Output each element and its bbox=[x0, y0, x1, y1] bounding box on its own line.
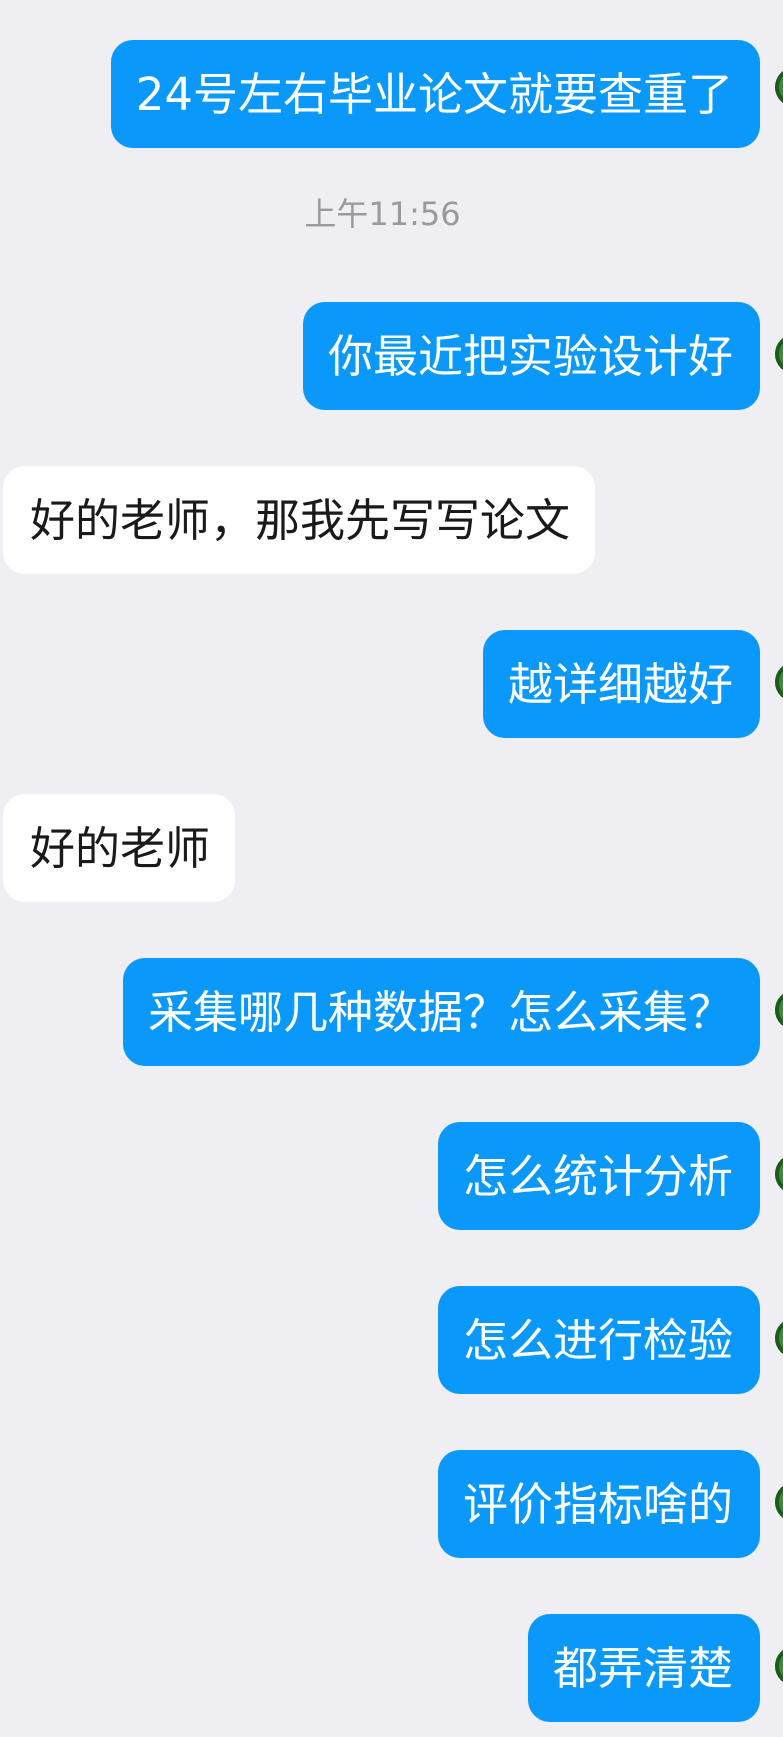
message-text: 好的老师 bbox=[30, 821, 211, 875]
chat-conversation: 24号左右毕业论文就要查重了 上午11:56 你最近把实验设计好 好的老师，那我… bbox=[0, 0, 783, 1737]
message-bubble-received[interactable]: 好的老师，那我先写写论文 bbox=[3, 466, 596, 574]
avatar[interactable] bbox=[775, 1482, 783, 1522]
avatar[interactable] bbox=[775, 67, 783, 107]
message-timestamp: 上午11:56 bbox=[304, 195, 461, 233]
message-bubble-sent[interactable]: 越详细越好 bbox=[482, 630, 760, 738]
message-bubble-received[interactable]: 好的老师 bbox=[3, 794, 236, 902]
message-text: 怎么进行检验 bbox=[462, 1313, 733, 1367]
avatar[interactable] bbox=[775, 1154, 783, 1194]
message-text: 都弄清楚 bbox=[552, 1641, 733, 1695]
avatar[interactable] bbox=[775, 662, 783, 702]
message-bubble-sent[interactable]: 都弄清楚 bbox=[527, 1614, 760, 1722]
message-bubble-sent[interactable]: 采集哪几种数据？怎么采集？ bbox=[122, 958, 760, 1066]
message-text: 24号左右毕业论文就要查重了 bbox=[135, 67, 733, 121]
avatar[interactable] bbox=[775, 334, 783, 374]
avatar[interactable] bbox=[775, 990, 783, 1030]
message-text: 越详细越好 bbox=[507, 657, 733, 711]
message-bubble-sent[interactable]: 怎么统计分析 bbox=[437, 1122, 760, 1230]
message-bubble-sent[interactable]: 评价指标啥的 bbox=[437, 1450, 760, 1558]
message-bubble-sent[interactable]: 24号左右毕业论文就要查重了 bbox=[110, 40, 760, 148]
message-bubble-sent[interactable]: 你最近把实验设计好 bbox=[302, 302, 760, 410]
message-text: 采集哪几种数据？怎么采集？ bbox=[147, 985, 733, 1039]
message-text: 你最近把实验设计好 bbox=[327, 329, 733, 383]
message-text: 评价指标啥的 bbox=[462, 1477, 733, 1531]
message-text: 怎么统计分析 bbox=[462, 1149, 733, 1203]
avatar[interactable] bbox=[775, 1646, 783, 1686]
message-bubble-sent[interactable]: 怎么进行检验 bbox=[437, 1286, 760, 1394]
avatar[interactable] bbox=[775, 1318, 783, 1358]
message-text: 好的老师，那我先写写论文 bbox=[30, 493, 571, 547]
